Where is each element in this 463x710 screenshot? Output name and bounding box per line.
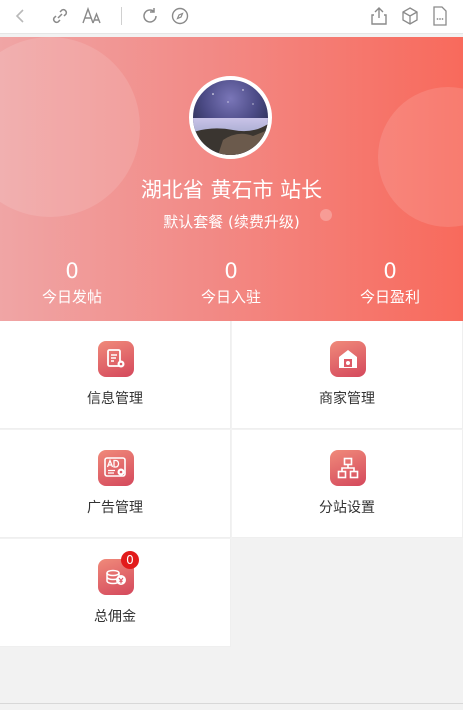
bottom-divider bbox=[0, 703, 463, 704]
menu-item-info-management[interactable]: 信息管理 bbox=[0, 321, 231, 429]
stat-value: 0 bbox=[224, 259, 238, 283]
menu-item-label: 总佣金 bbox=[94, 609, 136, 625]
link-icon[interactable] bbox=[48, 4, 72, 28]
menu-item-substation-settings[interactable]: 分站设置 bbox=[232, 430, 463, 538]
stat-joins: 0 今日入驻 bbox=[154, 258, 308, 308]
menu-item-merchant-management[interactable]: 商家管理 bbox=[232, 321, 463, 429]
share-icon[interactable] bbox=[367, 4, 391, 28]
menu-item-label: 信息管理 bbox=[87, 391, 143, 407]
stat-profit: 0 今日盈利 bbox=[313, 258, 463, 308]
menu-item-label: 分站设置 bbox=[319, 500, 375, 516]
profile-header: 湖北省 黄石市 站长 默认套餐 (续费升级) 0 今日发帖 0 今日入驻 0 今… bbox=[0, 37, 463, 321]
stat-label: 今日盈利 bbox=[359, 288, 420, 306]
stat-value: 0 bbox=[383, 259, 397, 283]
menu-item-total-commission[interactable]: 0 总佣金 bbox=[0, 539, 231, 647]
stat-label: 今日入驻 bbox=[200, 288, 261, 306]
stat-value: 0 bbox=[65, 259, 79, 283]
more-icon[interactable] bbox=[428, 4, 452, 28]
package-subtitle[interactable]: 默认套餐 (续费升级) bbox=[0, 211, 463, 232]
browser-toolbar bbox=[0, 0, 463, 34]
compass-icon[interactable] bbox=[168, 4, 192, 28]
avatar[interactable] bbox=[189, 76, 272, 159]
cube-icon[interactable] bbox=[398, 4, 422, 28]
font-size-icon[interactable] bbox=[80, 4, 104, 28]
toolbar-separator bbox=[121, 7, 122, 25]
menu-item-label: 商家管理 bbox=[319, 391, 375, 407]
notification-badge: 0 bbox=[121, 551, 139, 569]
menu-item-label: 广告管理 bbox=[87, 500, 143, 516]
stat-posts: 0 今日发帖 bbox=[0, 258, 149, 308]
ad-icon bbox=[98, 450, 134, 486]
shop-icon bbox=[330, 341, 366, 377]
stat-label: 今日发帖 bbox=[41, 288, 102, 306]
station-title: 湖北省 黄石市 站长 bbox=[140, 178, 323, 202]
decor-bubble bbox=[378, 87, 463, 227]
refresh-icon[interactable] bbox=[138, 4, 162, 28]
document-settings-icon bbox=[98, 341, 134, 377]
back-icon[interactable] bbox=[8, 4, 32, 28]
org-chart-icon bbox=[330, 450, 366, 486]
menu-item-ad-management[interactable]: 广告管理 bbox=[0, 430, 231, 538]
